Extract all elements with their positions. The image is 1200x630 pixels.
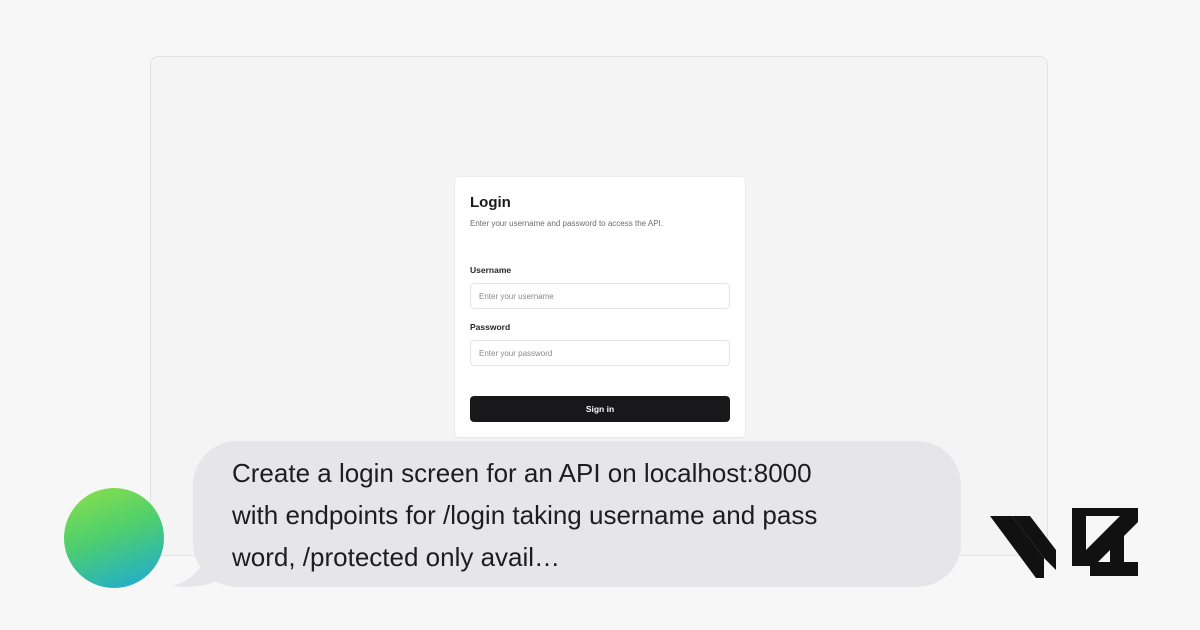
sign-in-button[interactable]: Sign in (470, 396, 730, 422)
password-input[interactable] (470, 340, 730, 366)
username-input[interactable] (470, 283, 730, 309)
username-label: Username (470, 265, 512, 275)
login-subtitle: Enter your username and password to acce… (470, 219, 663, 228)
chat-message: Create a login screen for an API on loca… (232, 458, 818, 572)
login-card: Login Enter your username and password t… (455, 177, 745, 437)
v0-logo-icon (990, 508, 1138, 578)
login-title: Login (470, 194, 511, 211)
avatar-icon (64, 488, 164, 588)
page: Login Enter your username and password t… (0, 0, 1200, 630)
password-label: Password (470, 322, 511, 332)
